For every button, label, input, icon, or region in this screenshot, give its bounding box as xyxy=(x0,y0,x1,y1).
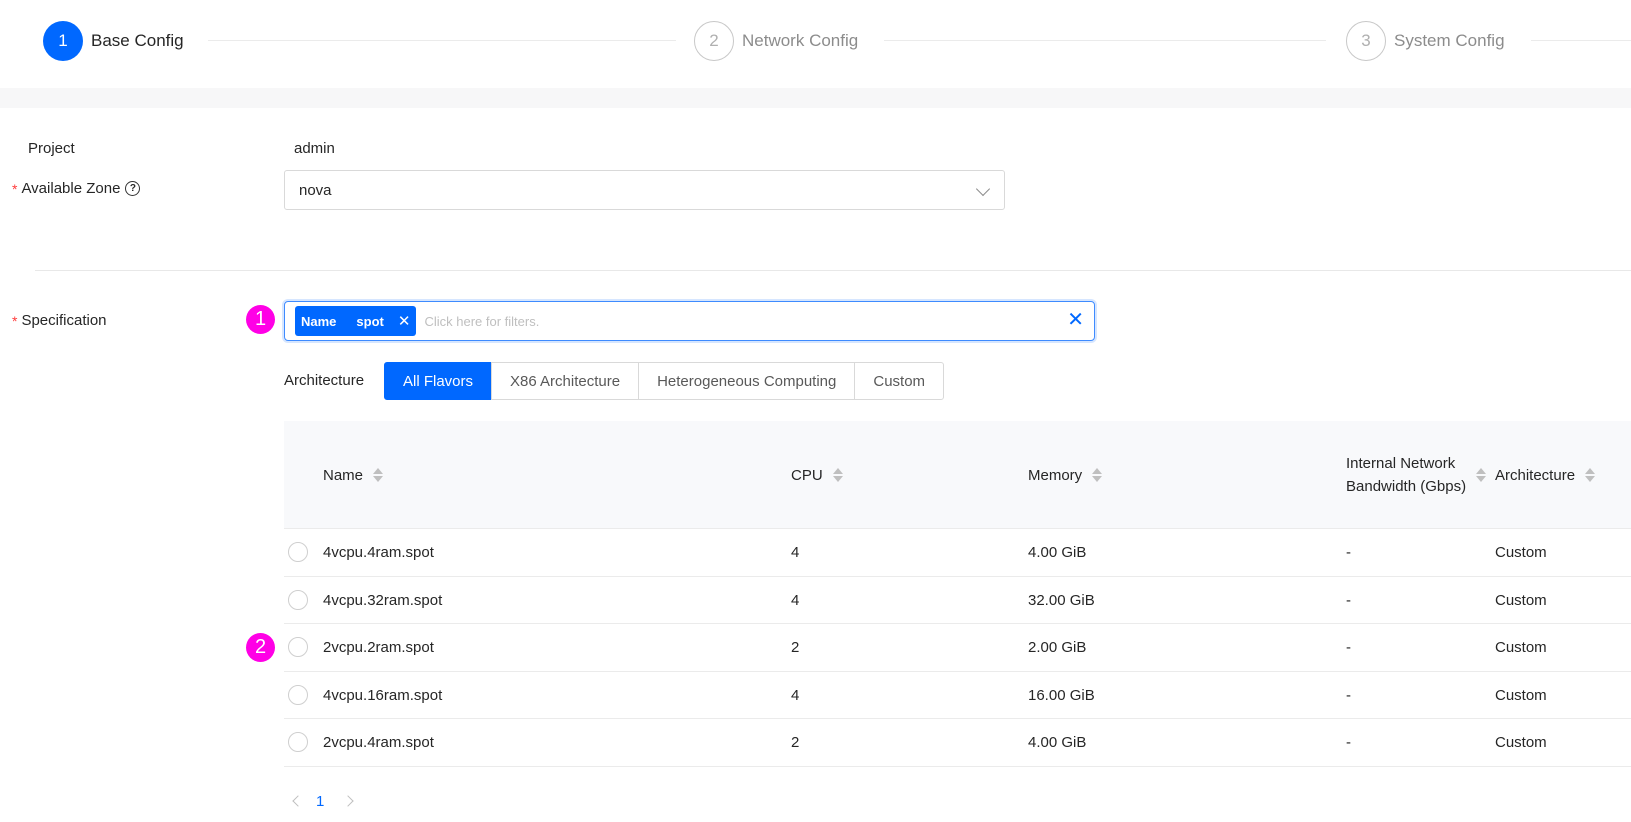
cell-architecture: Custom xyxy=(1495,544,1547,561)
cell-name: 2vcpu.4ram.spot xyxy=(323,734,434,751)
table-header: Name CPU Memory Internal Network Bandwid… xyxy=(284,421,1631,529)
column-title: CPU xyxy=(791,466,823,484)
zone-select[interactable]: nova xyxy=(284,170,1005,210)
filter-tag-value: spot xyxy=(356,313,384,329)
column-title: Name xyxy=(323,466,364,484)
column-title: Internal Network Bandwidth (Gbps) xyxy=(1346,455,1467,495)
chevron-down-icon xyxy=(975,181,991,197)
sort-icon[interactable] xyxy=(1092,468,1103,482)
cell-name: 4vcpu.16ram.spot xyxy=(323,686,443,704)
step-connector xyxy=(884,40,1326,41)
table-row[interactable]: 2vcpu.2ram.spot 2 2.00 GiB - Custom xyxy=(284,624,1631,672)
table-row[interactable]: 2vcpu.4ram.spot 2 4.00 GiB - Custom xyxy=(284,719,1631,767)
cell-architecture: Custom xyxy=(1495,591,1547,609)
cell-architecture: Custom xyxy=(1495,686,1547,704)
row-radio[interactable] xyxy=(288,684,308,705)
cell-cpu: 2 xyxy=(791,639,800,656)
zone-select-value: nova xyxy=(299,181,332,199)
step-connector xyxy=(1531,40,1631,41)
step-system-config[interactable]: 3 System Config xyxy=(1346,21,1505,61)
chevron-left-icon[interactable] xyxy=(292,795,304,807)
steps-bar: 1 Base Config 2 Network Config 3 System … xyxy=(0,0,1631,88)
step-label: Network Config xyxy=(742,31,859,50)
table-row[interactable]: 4vcpu.16ram.spot 4 16.00 GiB - Custom xyxy=(284,672,1631,719)
step-number: 2 xyxy=(694,21,734,61)
cell-cpu: 4 xyxy=(791,544,800,561)
sort-icon[interactable] xyxy=(832,468,843,482)
cell-cpu: 4 xyxy=(791,591,800,609)
spec-label-text: Specification xyxy=(21,312,107,329)
zone-label: * Available Zone ? xyxy=(12,180,141,197)
cell-memory: 4.00 GiB xyxy=(1028,544,1087,561)
cell-cpu: 2 xyxy=(791,734,800,751)
tab-heterogeneous-computing[interactable]: Heterogeneous Computing xyxy=(638,362,856,400)
pagination: 1 xyxy=(284,790,362,812)
help-icon[interactable]: ? xyxy=(125,181,141,196)
tab-all-flavors[interactable]: All Flavors xyxy=(384,362,493,400)
tab-custom[interactable]: Custom xyxy=(854,362,945,400)
cell-memory: 32.00 GiB xyxy=(1028,591,1095,609)
close-icon[interactable]: ✕ xyxy=(398,312,411,330)
project-label-text: Project xyxy=(28,140,75,157)
tab-x86-architecture[interactable]: X86 Architecture xyxy=(491,362,640,400)
sort-icon[interactable] xyxy=(1585,468,1596,482)
cell-cpu: 4 xyxy=(791,686,800,704)
cell-name: 2vcpu.2ram.spot xyxy=(323,639,434,656)
filter-placeholder[interactable]: Click here for filters. xyxy=(424,314,539,329)
filter-search-input[interactable]: Name spot ✕ Click here for filters. ✕ xyxy=(284,301,1095,341)
required-mark: * xyxy=(12,180,18,197)
cell-bandwidth: - xyxy=(1346,686,1351,704)
required-mark: * xyxy=(12,312,18,329)
row-radio[interactable] xyxy=(288,637,308,657)
step-label: System Config xyxy=(1394,31,1505,50)
cell-memory: 2.00 GiB xyxy=(1028,639,1087,656)
step-base-config[interactable]: 1 Base Config xyxy=(43,21,184,61)
annotation-marker-1: 1 xyxy=(246,305,275,334)
annotation-marker-2: 2 xyxy=(246,633,275,662)
table-row[interactable]: 4vcpu.4ram.spot 4 4.00 GiB - Custom xyxy=(284,529,1631,577)
column-header-architecture[interactable]: Architecture xyxy=(1495,421,1596,529)
section-separator xyxy=(0,88,1631,108)
cell-bandwidth: - xyxy=(1346,639,1351,656)
cell-memory: 4.00 GiB xyxy=(1028,734,1087,751)
column-header-cpu[interactable]: CPU xyxy=(791,421,843,529)
cell-bandwidth: - xyxy=(1346,591,1351,609)
zone-label-text: Available Zone xyxy=(21,180,121,197)
chevron-right-icon[interactable] xyxy=(342,795,355,807)
cell-bandwidth: - xyxy=(1346,734,1351,751)
step-label: Base Config xyxy=(91,31,184,50)
step-number: 3 xyxy=(1346,21,1386,61)
divider xyxy=(35,270,1631,271)
column-header-name[interactable]: Name xyxy=(323,421,384,529)
architecture-tabs: All Flavors X86 Architecture Heterogeneo… xyxy=(384,362,945,400)
column-title: Architecture xyxy=(1495,466,1576,484)
sort-icon[interactable] xyxy=(373,468,384,482)
architecture-label: Architecture xyxy=(284,372,365,389)
filter-tag-key: Name xyxy=(301,313,337,329)
flavor-table: Name CPU Memory Internal Network Bandwid… xyxy=(284,421,1631,767)
column-header-bandwidth[interactable]: Internal Network Bandwidth (Gbps) xyxy=(1346,421,1486,529)
cell-memory: 16.00 GiB xyxy=(1028,686,1095,704)
cell-bandwidth: - xyxy=(1346,544,1351,561)
column-header-memory[interactable]: Memory xyxy=(1028,421,1103,529)
clear-icon[interactable]: ✕ xyxy=(1067,309,1084,331)
page-number[interactable]: 1 xyxy=(316,793,324,810)
row-radio[interactable] xyxy=(288,732,308,752)
cell-architecture: Custom xyxy=(1495,734,1547,751)
row-radio[interactable] xyxy=(288,589,308,610)
cell-name: 4vcpu.32ram.spot xyxy=(323,591,443,609)
row-radio[interactable] xyxy=(288,542,308,562)
step-network-config[interactable]: 2 Network Config xyxy=(694,21,858,61)
cell-architecture: Custom xyxy=(1495,639,1547,656)
cell-name: 4vcpu.4ram.spot xyxy=(323,544,434,561)
table-row[interactable]: 4vcpu.32ram.spot 4 32.00 GiB - Custom xyxy=(284,577,1631,624)
step-connector xyxy=(208,40,676,41)
sort-icon[interactable] xyxy=(1476,468,1486,482)
column-title: Memory xyxy=(1028,466,1083,484)
project-value: admin xyxy=(294,140,335,157)
project-label: Project xyxy=(28,140,75,157)
filter-tag: Name spot ✕ xyxy=(295,306,417,336)
step-number: 1 xyxy=(43,21,83,61)
spec-label: * Specification xyxy=(12,312,107,329)
